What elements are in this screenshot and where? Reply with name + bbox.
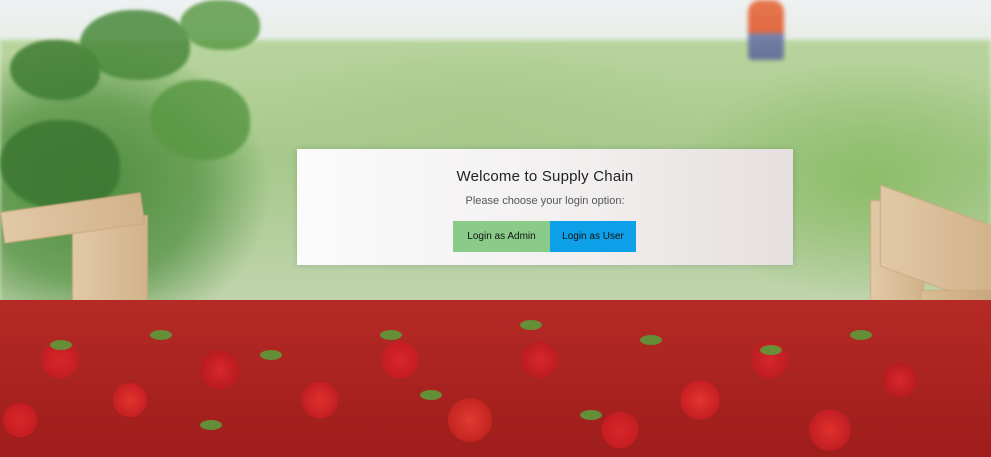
- strawberry-pile: [0, 300, 991, 457]
- login-button-group: Login as Admin Login as User: [453, 221, 636, 252]
- login-card: Welcome to Supply Chain Please choose yo…: [297, 149, 793, 265]
- strawberry-leaf: [380, 330, 402, 340]
- strawberry-leaf: [150, 330, 172, 340]
- welcome-title: Welcome to Supply Chain: [456, 168, 634, 185]
- strawberry-leaf: [850, 330, 872, 340]
- background-person: [748, 0, 784, 60]
- strawberry-leaf: [420, 390, 442, 400]
- strawberry-leaf: [760, 345, 782, 355]
- login-as-user-button[interactable]: Login as User: [550, 221, 636, 252]
- strawberry-leaf: [200, 420, 222, 430]
- login-option-prompt: Please choose your login option:: [465, 195, 625, 207]
- background-leaf: [0, 120, 120, 210]
- strawberry-leaf: [50, 340, 72, 350]
- background-leaf: [150, 80, 250, 160]
- login-as-admin-button[interactable]: Login as Admin: [453, 221, 550, 252]
- background-leaf: [180, 0, 260, 50]
- background-leaf: [80, 10, 190, 80]
- strawberry-leaf: [260, 350, 282, 360]
- strawberry-leaf: [520, 320, 542, 330]
- strawberry-leaf: [580, 410, 602, 420]
- strawberry-leaf: [640, 335, 662, 345]
